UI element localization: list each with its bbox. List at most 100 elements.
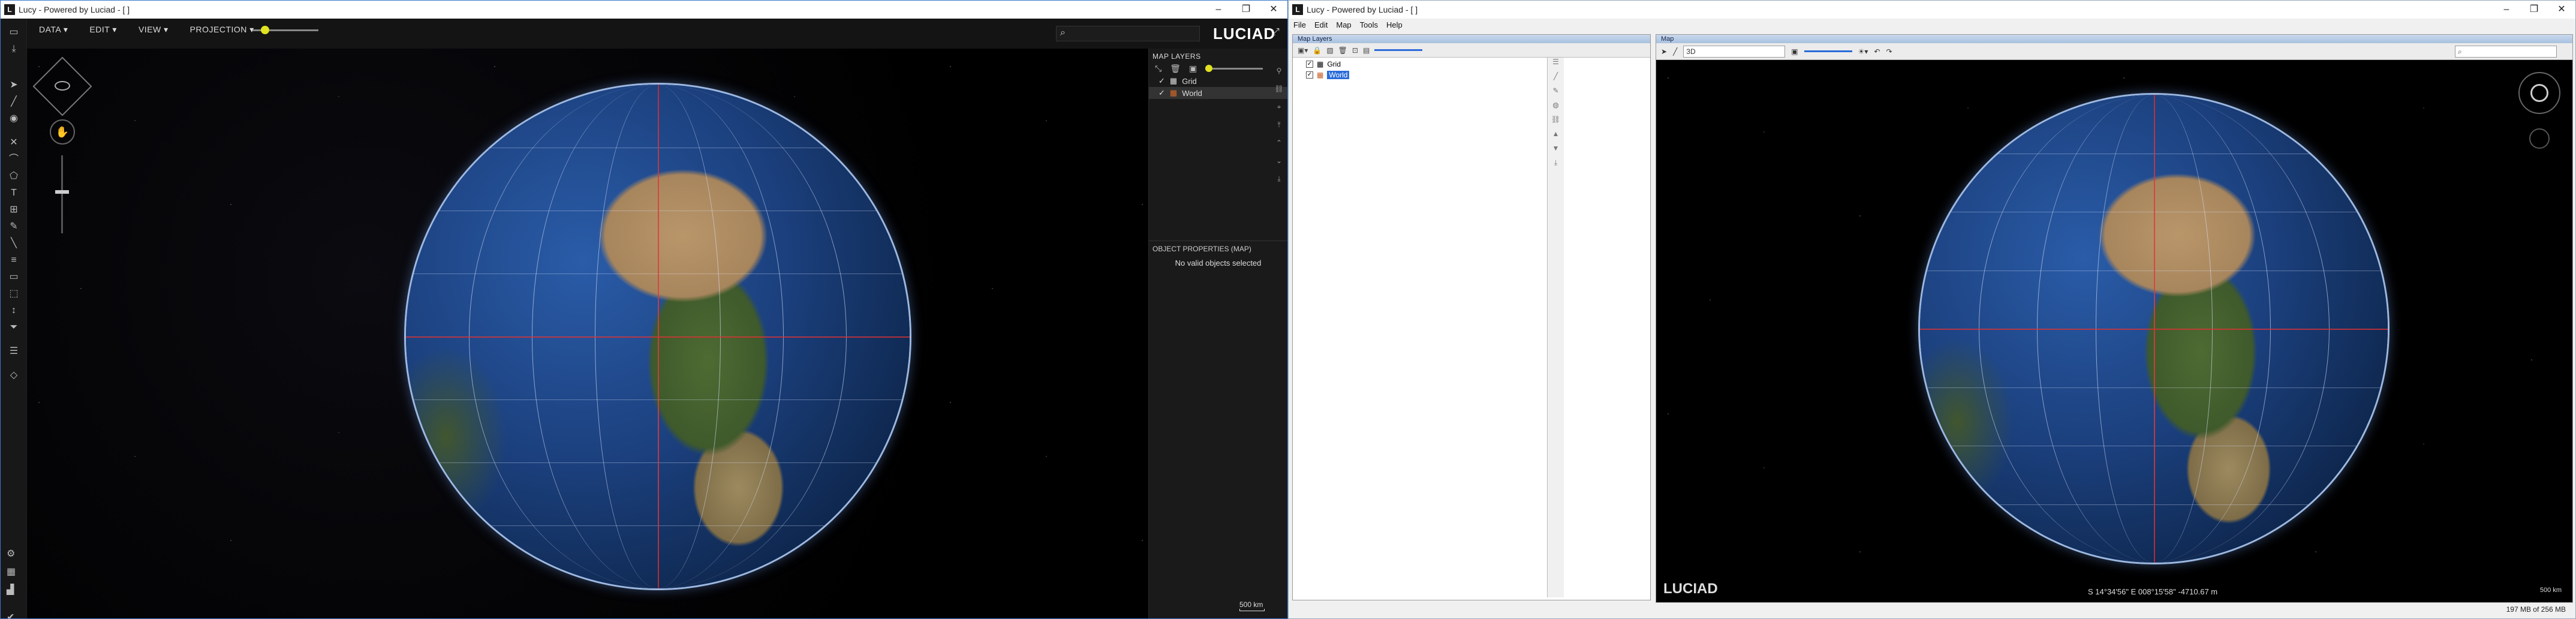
layer-icon[interactable]: ▣	[1791, 47, 1798, 56]
layer-edit-icon[interactable]: ▧	[1326, 46, 1333, 55]
move-bottom-icon[interactable]: ⤓	[1548, 158, 1564, 173]
world-layer-icon: ▦	[1317, 71, 1324, 79]
arc-icon[interactable]: ⌒	[3, 152, 25, 167]
earth-globe[interactable]	[1920, 95, 2388, 563]
pan-hand-icon[interactable]: ✋	[50, 119, 75, 145]
binoculars-icon[interactable]: ⌖	[1273, 103, 1285, 121]
maximize-button[interactable]: ❐	[2520, 1, 2548, 19]
properties-icon[interactable]: ▤	[1363, 46, 1370, 55]
menu-view[interactable]: VIEW ▾	[139, 25, 168, 35]
search-input[interactable]: ⌕	[1056, 26, 1200, 41]
move-top-icon[interactable]: ⤒	[1273, 121, 1285, 139]
shape-icon[interactable]: ◇	[3, 368, 25, 383]
navigation-compass[interactable]	[32, 56, 92, 116]
brightness-slider[interactable]	[252, 26, 318, 34]
slider-knob[interactable]	[261, 26, 269, 34]
polygon-icon[interactable]: ⬠	[3, 169, 25, 184]
fit-icon[interactable]: ⊡	[1352, 46, 1358, 55]
ruler-icon[interactable]: ╱	[1673, 47, 1677, 56]
add-layer-icon[interactable]: ▣▾	[1298, 46, 1308, 55]
checkbox-world[interactable]: ✓	[1306, 71, 1313, 79]
grid-tool-icon[interactable]: ⊞	[3, 202, 25, 218]
dotted-rect-icon[interactable]: ⬚	[3, 286, 25, 302]
luciad-logo: LUCIAD	[1213, 25, 1276, 43]
menu-data[interactable]: DATA ▾	[39, 25, 68, 35]
close-button[interactable]: ✕	[1260, 1, 1287, 19]
x-tool-icon[interactable]: ✕	[3, 135, 25, 151]
checkbox-world[interactable]: ✓	[1158, 88, 1165, 98]
map-toolbar: ➤ ╱ 3D ▣ ☀▾ ↶ ↷	[1656, 43, 2572, 60]
minimize-button[interactable]: –	[2493, 1, 2520, 19]
vertical-icon[interactable]: ↕	[3, 303, 25, 318]
layer-row-grid[interactable]: ✓ ▦ Grid	[1149, 75, 1287, 87]
table-icon[interactable]: ▦	[7, 566, 16, 584]
select-arrow-icon[interactable]: ➤	[3, 77, 25, 93]
maximize-button[interactable]: ❐	[1232, 1, 1260, 19]
chain-icon[interactable]: ⛓	[1273, 85, 1285, 103]
zoom-slider[interactable]	[55, 155, 69, 233]
ruler-icon[interactable]: ╱	[3, 94, 25, 110]
opacity-slider[interactable]	[1804, 50, 1852, 52]
rect-icon[interactable]: ▭	[3, 269, 25, 285]
opacity-slider[interactable]	[1205, 64, 1263, 72]
map-view-3d[interactable]: LUCIAD S 14°34'56" E 008°15'58" -4710.67…	[1656, 60, 2572, 602]
chart-icon[interactable]: ▟	[7, 584, 16, 602]
select-arrow-icon[interactable]: ➤	[1661, 47, 1667, 56]
chain-icon[interactable]: ⛓	[1548, 115, 1564, 130]
filter-icon[interactable]: ⏷	[3, 320, 25, 335]
ruler-icon[interactable]: ╱	[1548, 72, 1564, 86]
paint-icon[interactable]: ◍	[1548, 101, 1564, 115]
line-icon[interactable]: ╲	[3, 236, 25, 251]
earth-globe[interactable]	[406, 85, 910, 588]
redo-icon[interactable]: ↷	[1886, 47, 1892, 56]
checkbox-grid[interactable]: ✓	[1306, 61, 1313, 68]
rotate-control[interactable]	[2529, 128, 2550, 149]
projection-select[interactable]: 3D	[1683, 45, 1786, 58]
collapse-icon[interactable]: ⤡	[1155, 64, 1161, 74]
menu-projection[interactable]: PROJECTION ▾	[190, 25, 254, 35]
layer-row-world[interactable]: ✓ ▦ World	[1149, 87, 1287, 99]
menu-file[interactable]: File	[1293, 20, 1306, 29]
map-view-3d[interactable]	[27, 49, 1148, 618]
text-icon[interactable]: T	[3, 185, 25, 201]
move-up-icon[interactable]: ⌃	[1273, 139, 1285, 157]
settings-icon[interactable]: ⚙	[7, 548, 16, 566]
close-button[interactable]: ✕	[2548, 1, 2575, 19]
sun-icon[interactable]: ☀▾	[1858, 47, 1868, 56]
check-circle-icon[interactable]: ✔	[7, 611, 16, 618]
minimize-button[interactable]: –	[1205, 1, 1232, 19]
fullscreen-icon[interactable]: ⤢	[1272, 27, 1280, 38]
move-up-icon[interactable]: ▲	[1548, 130, 1564, 144]
list-icon[interactable]: ☰	[1548, 58, 1564, 72]
pen-icon[interactable]: ✎	[3, 219, 25, 235]
layer-row-grid[interactable]: ✓ ▦ Grid	[1293, 59, 1545, 70]
layer-row-world[interactable]: ✓ ▦ World	[1293, 70, 1545, 80]
delete-icon[interactable]: 🗑	[1338, 46, 1347, 55]
layer-props-icon[interactable]: ▣	[1189, 64, 1197, 74]
menu-edit[interactable]: EDIT ▾	[89, 25, 117, 35]
save-icon[interactable]: ⤓	[3, 41, 25, 57]
lock-icon[interactable]: 🔒	[1313, 46, 1322, 55]
move-bottom-icon[interactable]: ⤓	[1273, 175, 1285, 193]
menu-edit[interactable]: Edit	[1314, 20, 1328, 29]
opacity-knob[interactable]	[1205, 64, 1213, 72]
move-down-icon[interactable]: ▼	[1548, 144, 1564, 158]
eye-icon[interactable]: ◉	[3, 111, 25, 127]
menu-map[interactable]: Map	[1336, 20, 1351, 29]
pin-icon[interactable]: ⚲	[1273, 67, 1285, 85]
move-down-icon[interactable]: ⌄	[1273, 157, 1285, 175]
menu-tools[interactable]: Tools	[1360, 20, 1378, 29]
checkbox-grid[interactable]: ✓	[1158, 76, 1165, 86]
open-folder-icon[interactable]: ▭	[3, 25, 25, 40]
undo-icon[interactable]: ↶	[1874, 47, 1880, 56]
search-input[interactable]: ⌕	[2455, 46, 2557, 58]
opacity-slider[interactable]	[1374, 49, 1423, 51]
pencil-icon[interactable]: ✎	[1548, 86, 1564, 101]
list-icon[interactable]: ☰	[3, 344, 25, 359]
menu-help[interactable]: Help	[1386, 20, 1403, 29]
navigation-compass[interactable]	[2518, 72, 2560, 114]
layers-icon[interactable]: ≡	[3, 253, 25, 268]
trash-icon[interactable]: 🗑	[1170, 64, 1181, 74]
zoom-knob[interactable]	[55, 190, 69, 194]
search-icon: ⌕	[1060, 28, 1066, 38]
